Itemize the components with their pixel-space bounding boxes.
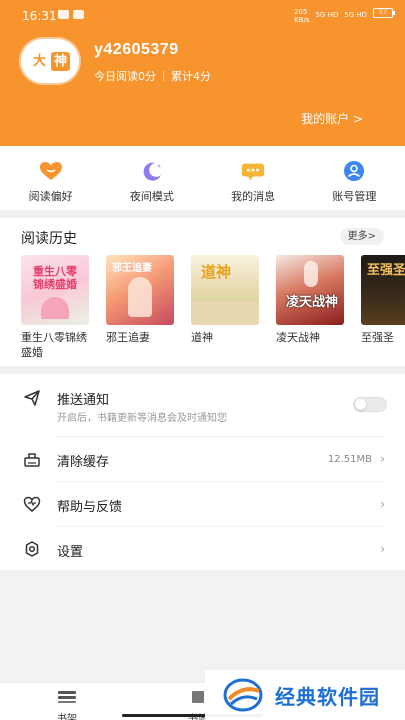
settings-row[interactable]: 设置 › [0,527,405,570]
heart-outline-icon [23,496,41,512]
cloud-icon [58,10,69,19]
chevron-right-icon: › [380,497,385,511]
quick-label-messages: 我的消息 [231,190,276,203]
book-cover: 道神 [191,255,259,325]
book-cover: 重生八零 锦绣盛婚 [21,255,89,325]
cache-label: 清除缓存 [57,455,110,470]
quick-label-preference: 阅读偏好 [28,190,73,203]
book-cover: 凌天战神 [276,255,344,325]
book-cover: 至强圣体 [361,255,405,325]
chevron-right-icon: › [380,452,385,466]
account-management-button[interactable]: 账号管理 [304,146,405,210]
settings-label: 设置 [57,545,84,560]
settings-list: 推送通知 开启后，书籍更新等消息会及时通知您 清除缓存 12.51MB › 帮助… [0,374,405,570]
gear-icon [25,541,39,557]
moon-icon [140,161,164,181]
book-title: 凌天战神 [276,331,320,344]
book-cover: 邪王追妻 [106,255,174,325]
network-speed: 205 KB/s [294,8,310,24]
cover-text: 邪王追妻 [112,263,152,274]
message-icon [241,161,265,181]
heart-icon [39,161,63,181]
chevron-right-icon: › [380,542,385,556]
push-notification-row: 推送通知 开启后，书籍更新等消息会及时通知您 [0,374,405,436]
status-bar: 16:31 205 KB/s 5G HD 5G HD 57 [0,0,405,28]
book-title: 道神 [191,331,213,344]
book-title: 邪王追妻 [106,331,150,344]
broom-icon [24,453,40,467]
avatar-char-1: 大 [32,53,46,69]
history-book-list: 重生八零 锦绣盛婚 重生八零锦绣盛婚 邪王追妻 邪王追妻 道神 道神 凌天战神 [21,255,405,360]
signal-2: 5G HD [344,11,367,19]
book-item[interactable]: 邪王追妻 邪王追妻 [106,255,174,360]
send-icon [24,390,40,406]
reading-preference-button[interactable]: 阅读偏好 [0,146,101,210]
app-notification-icon [73,10,84,19]
bookshelf-icon [58,691,76,703]
status-time: 16:31 [22,9,57,23]
status-notification-icons [58,10,84,19]
my-account-link[interactable]: 我的账户 > [301,110,363,127]
book-item[interactable]: 至强圣体 至强圣 [361,255,405,360]
signal-1: 5G HD [315,11,339,19]
cover-text: 凌天战神 [286,295,339,310]
my-messages-button[interactable]: 我的消息 [203,146,304,210]
reading-stats: 今日阅读0分 累计4分 [94,68,211,84]
quick-actions: 阅读偏好 夜间模式 我的消息 账号管理 [0,146,405,210]
night-mode-button[interactable]: 夜间模式 [101,146,202,210]
username: y42605379 [94,41,179,58]
clear-cache-row[interactable]: 清除缓存 12.51MB › [0,437,405,481]
cover-text: 道神 [201,263,232,281]
quick-label-account: 账号管理 [332,190,377,203]
cover-text: 至强圣体 [367,263,405,278]
status-right: 205 KB/s 5G HD 5G HD 57 [294,8,395,24]
watermark-text: 经典软件园 [275,684,380,709]
reading-history-section: 阅读历史 更多> 重生八零 锦绣盛婚 重生八零锦绣盛婚 邪王追妻 邪王追妻 道神… [0,218,405,366]
profile-header: 16:31 205 KB/s 5G HD 5G HD 57 大 神 y42605… [0,0,405,146]
book-item[interactable]: 凌天战神 凌天战神 [276,255,344,360]
more-button[interactable]: 更多> [339,228,384,245]
tab-bookshelf-label: 书架 [57,714,77,720]
today-read: 今日阅读0分 [94,70,156,83]
battery-icon: 57 [373,8,395,18]
book-item[interactable]: 道神 道神 [191,255,259,360]
help-feedback-row[interactable]: 帮助与反馈 › [0,482,405,526]
book-title: 重生八零锦绣盛婚 [21,331,87,359]
watermark-logo-icon [223,678,263,712]
cache-size: 12.51MB [327,454,372,465]
watermark: 经典软件园 [205,670,405,720]
quick-label-night: 夜间模式 [129,190,174,203]
avatar[interactable]: 大 神 [21,39,79,83]
history-title: 阅读历史 [21,231,77,247]
total-read: 累计4分 [171,70,211,83]
avatar-char-2: 神 [51,51,70,71]
stats-divider [163,71,164,81]
book-title: 至强圣 [361,331,394,344]
user-icon [342,161,366,181]
push-label: 推送通知 [57,393,110,408]
book-item[interactable]: 重生八零 锦绣盛婚 重生八零锦绣盛婚 [21,255,89,360]
push-description: 开启后，书籍更新等消息会及时通知您 [57,413,227,424]
push-toggle[interactable] [353,397,387,412]
help-label: 帮助与反馈 [57,500,123,515]
cover-text: 重生八零 锦绣盛婚 [33,265,77,291]
tab-bookshelf[interactable]: 书架 [42,689,92,720]
